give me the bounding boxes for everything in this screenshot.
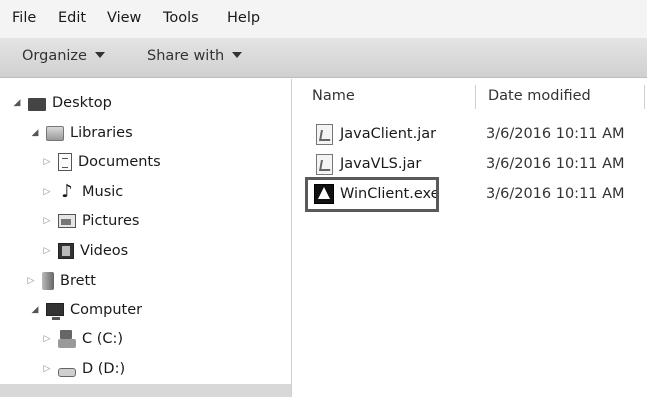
collapsed-arrow-icon[interactable]: ▷ [40, 364, 54, 374]
drive-icon [58, 367, 76, 377]
system-drive-icon [58, 329, 76, 348]
column-date-modified[interactable]: Date modified [488, 88, 591, 104]
pictures-icon [58, 214, 76, 228]
expanded-arrow-icon[interactable]: ◢ [10, 98, 24, 108]
tree-label: Computer [70, 302, 143, 318]
libraries-icon [46, 125, 64, 141]
tree-label: C (C:) [82, 331, 124, 347]
command-bar: Organize Share with [0, 38, 647, 78]
share-with-button[interactable]: Share with [147, 48, 243, 64]
file-row[interactable]: JavaVLS.jar 3/6/2016 10:11 AM [292, 151, 647, 179]
file-date: 3/6/2016 10:11 AM [486, 126, 625, 142]
menu-tools[interactable]: Tools [163, 10, 199, 26]
tree-label: Brett [60, 273, 96, 289]
file-date: 3/6/2016 10:11 AM [486, 156, 625, 172]
tree-item-selected-partial[interactable] [0, 384, 291, 397]
music-note-icon: ♪ [61, 181, 73, 202]
menu-edit[interactable]: Edit [58, 10, 86, 26]
menu-help[interactable]: Help [227, 10, 260, 26]
file-row[interactable]: JavaClient.jar 3/6/2016 10:11 AM [292, 121, 647, 149]
file-date: 3/6/2016 10:11 AM [486, 186, 625, 202]
tree-item-user[interactable]: ▷ Brett [24, 268, 96, 294]
documents-icon [58, 153, 72, 171]
collapsed-arrow-icon[interactable]: ▷ [40, 157, 54, 167]
videos-icon [58, 243, 74, 259]
tree-item-drive-d[interactable]: ▷ D (D:) [40, 356, 126, 382]
tree-item-computer[interactable]: ◢ Computer [28, 297, 142, 323]
file-name: JavaVLS.jar [340, 156, 422, 172]
tree-label: Libraries [70, 125, 133, 141]
column-divider[interactable] [475, 85, 476, 109]
desktop-icon [28, 97, 46, 111]
user-folder-icon [42, 272, 54, 290]
menu-view[interactable]: View [107, 10, 141, 26]
tree-label: Pictures [82, 213, 140, 229]
expanded-arrow-icon[interactable]: ◢ [28, 305, 42, 315]
menu-bar: File Edit View Tools Help [0, 0, 647, 38]
expanded-arrow-icon[interactable]: ◢ [28, 128, 42, 138]
tree-item-desktop[interactable]: ◢ Desktop [10, 90, 112, 116]
tree-item-libraries[interactable]: ◢ Libraries [28, 120, 133, 146]
computer-icon [46, 302, 64, 320]
collapsed-arrow-icon[interactable]: ▷ [40, 334, 54, 344]
share-with-label: Share with [147, 48, 225, 64]
tree-label: Desktop [52, 95, 112, 111]
tree-item-drive-c[interactable]: ▷ C (C:) [40, 326, 123, 352]
column-divider[interactable] [644, 85, 645, 109]
collapsed-arrow-icon[interactable]: ▷ [40, 216, 54, 226]
column-header: Name Date modified [292, 79, 647, 114]
collapsed-arrow-icon[interactable]: ▷ [24, 276, 38, 286]
chevron-down-icon [94, 52, 105, 58]
organize-label: Organize [22, 48, 87, 64]
jar-file-icon [316, 124, 333, 145]
tree-item-pictures[interactable]: ▷ Pictures [40, 208, 140, 234]
organize-button[interactable]: Organize [22, 48, 105, 64]
collapsed-arrow-icon[interactable]: ▷ [40, 246, 54, 256]
tree-label: Music [82, 184, 124, 200]
file-name: JavaClient.jar [340, 126, 437, 142]
tree-item-documents[interactable]: ▷ Documents [40, 149, 161, 175]
menu-file[interactable]: File [12, 10, 36, 26]
chevron-down-icon [232, 52, 243, 58]
tree-label: Documents [78, 154, 161, 170]
highlight-box [305, 177, 439, 212]
column-name[interactable]: Name [312, 88, 355, 104]
jar-file-icon [316, 154, 333, 175]
tree-item-videos[interactable]: ▷ Videos [40, 238, 128, 264]
tree-label: Videos [80, 243, 129, 259]
tree-label: D (D:) [82, 361, 126, 377]
tree-item-music[interactable]: ▷ ♪ Music [40, 179, 124, 205]
collapsed-arrow-icon[interactable]: ▷ [40, 187, 54, 197]
